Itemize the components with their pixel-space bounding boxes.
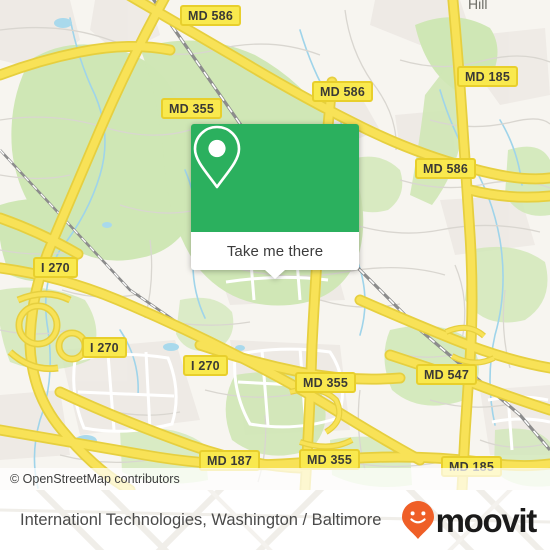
footer-bar: Internationl Technologies, Washington / … bbox=[0, 490, 550, 550]
place-label-hill: Hill bbox=[468, 0, 488, 12]
road-shield-i-270-lower[interactable]: I 270 bbox=[183, 355, 228, 376]
road-shield-md-185-top[interactable]: MD 185 bbox=[457, 66, 518, 87]
road-shield-md-355-top[interactable]: MD 355 bbox=[161, 98, 222, 119]
map-pin-icon bbox=[193, 125, 241, 189]
road-shield-i-270-mid[interactable]: I 270 bbox=[82, 337, 127, 358]
road-shield-md-355-bottom[interactable]: MD 355 bbox=[299, 449, 360, 470]
map-attribution-bar: © OpenStreetMap contributors bbox=[0, 468, 550, 490]
popup-header bbox=[191, 124, 359, 232]
location-popup-card[interactable]: Take me there bbox=[191, 124, 359, 279]
road-shield-md-586-north[interactable]: MD 586 bbox=[180, 5, 241, 26]
popup-pointer bbox=[265, 270, 285, 279]
road-shield-md-355-mid[interactable]: MD 355 bbox=[295, 372, 356, 393]
footer-content: Internationl Technologies, Washington / … bbox=[0, 490, 550, 550]
station-title: Internationl Technologies, Washington / … bbox=[20, 510, 382, 529]
attribution-text[interactable]: © OpenStreetMap contributors bbox=[0, 472, 180, 486]
map-canvas[interactable]: Hill MD 586 MD 586 MD 185 MD 355 MD 586 … bbox=[0, 0, 550, 490]
road-shield-md-586-right[interactable]: MD 586 bbox=[415, 158, 476, 179]
road-shield-md-547[interactable]: MD 547 bbox=[416, 364, 477, 385]
moovit-logo[interactable]: moovit bbox=[401, 500, 550, 540]
take-me-there-button[interactable]: Take me there bbox=[191, 232, 359, 270]
moovit-wordmark: moovit bbox=[435, 501, 538, 539]
moovit-smiley-pin-icon bbox=[401, 501, 434, 539]
road-shield-i-270-left[interactable]: I 270 bbox=[33, 257, 78, 278]
road-shield-md-586-mid[interactable]: MD 586 bbox=[312, 81, 373, 102]
moovit-map-screenshot: Hill MD 586 MD 586 MD 185 MD 355 MD 586 … bbox=[0, 0, 550, 550]
